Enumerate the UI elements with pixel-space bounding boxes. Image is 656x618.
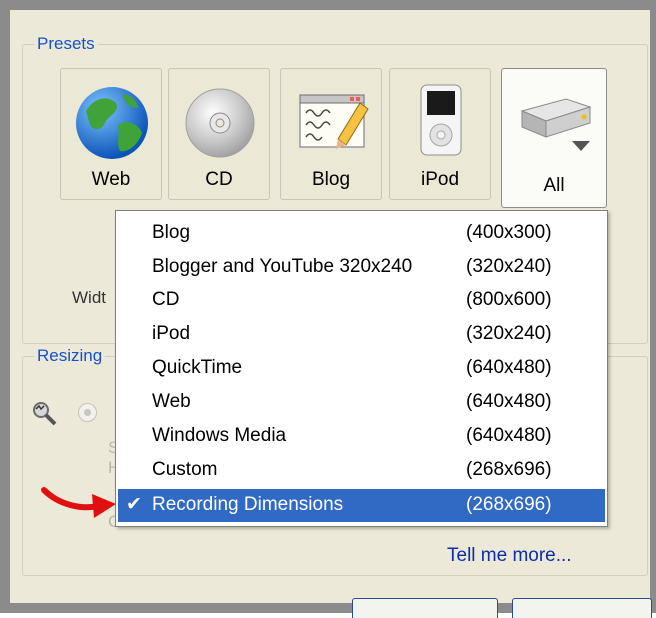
preset-cd-label: CD [205, 169, 233, 190]
menu-item-web[interactable]: Web (640x480) [118, 386, 605, 419]
menu-item-windows-media[interactable]: Windows Media (640x480) [118, 420, 605, 453]
menu-item-dims: (268x696) [466, 459, 552, 480]
preset-blog-button[interactable]: Blog [280, 68, 382, 200]
preset-web-label: Web [91, 169, 131, 190]
ok-button[interactable] [352, 598, 498, 618]
blog-icon [299, 94, 369, 149]
preset-all-label: All [543, 175, 565, 196]
ipod-icon [420, 84, 462, 156]
preset-web-button[interactable]: Web [60, 68, 162, 200]
menu-item-dims: (640x480) [466, 357, 552, 378]
menu-item-dims: (268x696) [466, 494, 552, 515]
preset-ipod-button[interactable]: iPod [389, 68, 491, 200]
menu-item-name: CD [152, 289, 180, 310]
menu-item-dims: (400x300) [466, 222, 552, 243]
radio-option[interactable] [78, 403, 97, 422]
menu-item-name: Custom [152, 459, 218, 480]
presets-dropdown-menu: Blog (400x300) Blogger and YouTube 320x2… [115, 210, 608, 527]
menu-item-dims: (320x240) [466, 323, 552, 344]
menu-item-dims: (640x480) [466, 425, 552, 446]
preset-blog-label: Blog [311, 169, 351, 190]
menu-item-name: Web [152, 391, 191, 412]
menu-item-name: Recording Dimensions [152, 494, 344, 515]
red-arrow-icon [41, 487, 116, 518]
menu-item-dims: (320x240) [466, 256, 552, 277]
menu-item-custom[interactable]: Custom (268x696) [118, 454, 605, 487]
menu-item-blogger-youtube[interactable]: Blogger and YouTube 320x240 (320x240) [118, 251, 605, 284]
preset-all-button[interactable]: All [501, 68, 607, 208]
menu-item-name: Windows Media [152, 425, 287, 446]
globe-icon [76, 87, 148, 159]
menu-item-ipod[interactable]: iPod (320x240) [118, 318, 605, 351]
menu-item-name: Blog [152, 222, 191, 243]
presets-group-label: Presets [34, 34, 98, 54]
menu-item-name: iPod [152, 323, 191, 344]
menu-item-recording-dimensions[interactable]: ✔ Recording Dimensions (268x696) [118, 489, 605, 522]
checkmark-icon: ✔ [126, 494, 142, 515]
device-dropdown-icon [520, 98, 592, 151]
cd-icon [185, 88, 255, 158]
menu-item-dims: (640x480) [466, 391, 552, 412]
tell-me-more-link[interactable]: Tell me more... [447, 545, 572, 567]
width-label: Widt [72, 288, 106, 307]
menu-item-name: QuickTime [152, 357, 243, 378]
menu-item-name: Blogger and YouTube 320x240 [152, 256, 413, 277]
menu-item-quicktime[interactable]: QuickTime (640x480) [118, 352, 605, 385]
resizing-group-label: Resizing [34, 346, 106, 366]
cancel-button[interactable] [512, 598, 652, 618]
preset-cd-button[interactable]: CD [168, 68, 270, 200]
menu-item-dims: (800x600) [466, 289, 552, 310]
preset-ipod-label: iPod [420, 169, 460, 190]
magnifier-icon [33, 402, 57, 426]
menu-item-blog[interactable]: Blog (400x300) [118, 217, 605, 250]
menu-item-cd[interactable]: CD (800x600) [118, 284, 605, 317]
